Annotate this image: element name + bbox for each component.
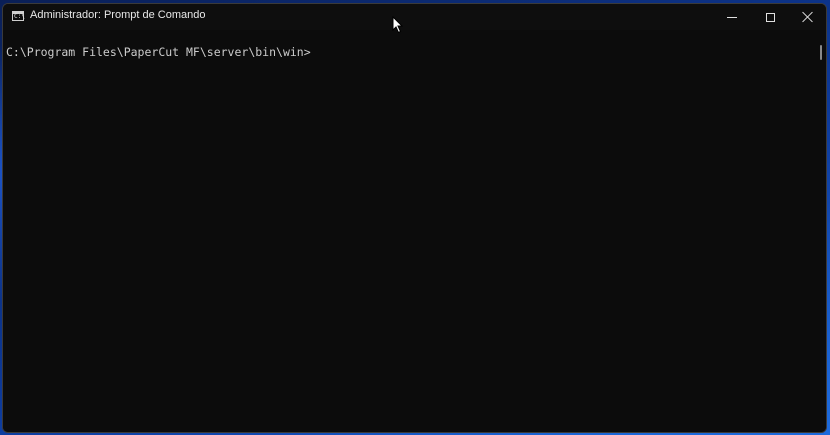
maximize-icon (765, 12, 775, 22)
command-prompt-line[interactable]: C:\Program Files\PaperCut MF\server\bin\… (6, 45, 311, 59)
vertical-scrollbar[interactable] (815, 30, 826, 432)
title-bar[interactable]: C:\ Administrador: Prompt de Comando (3, 4, 826, 30)
maximize-button[interactable] (751, 4, 789, 30)
window-title: Administrador: Prompt de Comando (30, 9, 206, 21)
command-prompt-window[interactable]: C:\ Administrador: Prompt de Comando C:\… (2, 3, 827, 433)
console-output-area[interactable]: C:\Program Files\PaperCut MF\server\bin\… (3, 30, 813, 432)
cmd-icon-glyph: C:\ (14, 13, 25, 20)
scrollbar-thumb[interactable] (820, 45, 822, 60)
close-button[interactable] (789, 4, 826, 30)
mouse-pointer-icon (392, 16, 404, 34)
minimize-button[interactable] (713, 4, 751, 30)
minimize-icon (727, 16, 737, 18)
cmd-icon[interactable]: C:\ (12, 11, 25, 21)
close-icon (802, 11, 814, 23)
